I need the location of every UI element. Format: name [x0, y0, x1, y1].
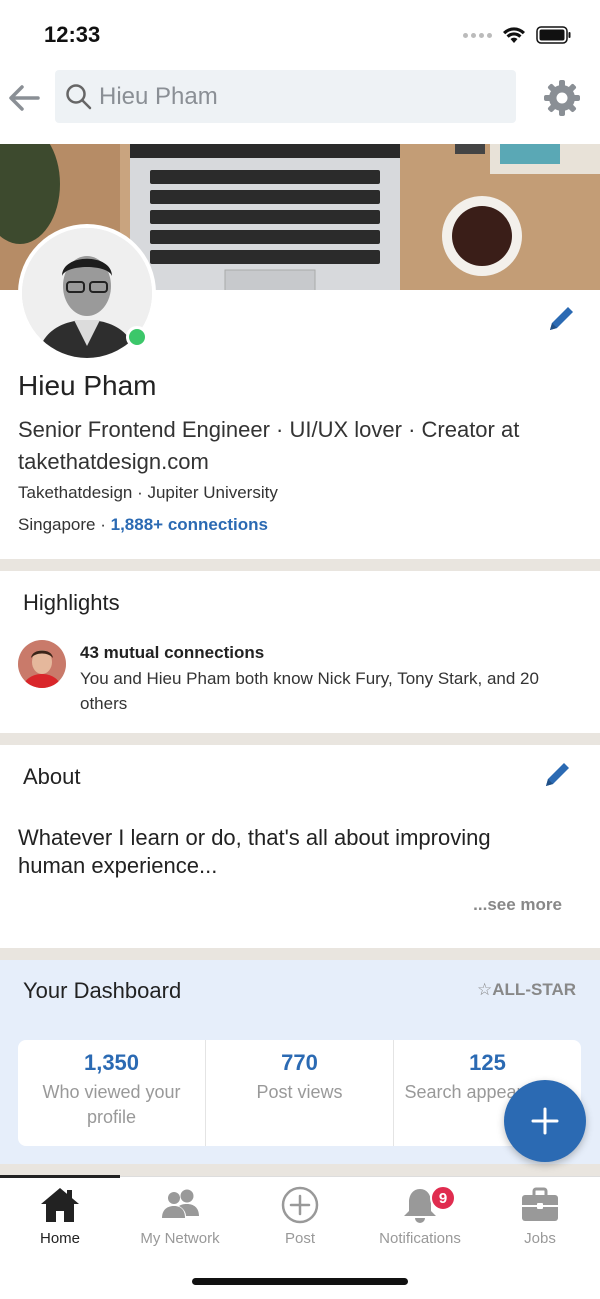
- plus-icon: [531, 1107, 559, 1135]
- settings-button[interactable]: [540, 76, 584, 120]
- mutual-connections-description: You and Hieu Pham both know Nick Fury, T…: [80, 669, 539, 713]
- nav-label: Notifications: [379, 1230, 461, 1247]
- search-input[interactable]: [99, 70, 499, 123]
- people-icon: [162, 1189, 199, 1218]
- stat-label: Post views: [256, 1082, 343, 1102]
- see-more-link[interactable]: ...see more: [473, 895, 562, 915]
- profile-location-row: Singapore · 1,888+ connections: [18, 515, 268, 535]
- all-star-badge[interactable]: ☆ALL-STAR: [477, 980, 576, 1000]
- search-icon: [66, 84, 92, 110]
- nav-my-network[interactable]: My Network: [120, 1177, 240, 1257]
- wifi-icon: [503, 27, 525, 43]
- profile-company-school: Takethatdesign · Jupiter University: [18, 483, 278, 502]
- status-bar: 12:33: [0, 0, 600, 70]
- plus-circle-icon: [281, 1186, 319, 1224]
- section-divider: [0, 559, 600, 571]
- notification-badge: 9: [430, 1185, 456, 1211]
- highlights-title: Highlights: [23, 590, 120, 615]
- top-bar: [0, 70, 600, 126]
- section-divider: [0, 733, 600, 745]
- location-separator: ·: [95, 515, 111, 534]
- profile-avatar[interactable]: [18, 224, 156, 362]
- stat-post-views[interactable]: 770 Post views: [206, 1040, 394, 1146]
- signal-icon: [463, 32, 492, 38]
- edit-about-button[interactable]: [542, 758, 574, 790]
- nav-label: My Network: [140, 1230, 220, 1247]
- back-button[interactable]: [4, 78, 44, 118]
- stat-profile-views[interactable]: 1,350 Who viewed your profile: [18, 1040, 206, 1146]
- dashboard-stats-card: 1,350 Who viewed your profile 770 Post v…: [18, 1040, 581, 1146]
- section-divider: [0, 948, 600, 960]
- nav-label: Home: [39, 1230, 80, 1247]
- about-title: About: [23, 764, 81, 789]
- stat-value: 125: [469, 1050, 506, 1075]
- nav-notifications[interactable]: Notifications: [360, 1177, 480, 1257]
- status-time: 12:33: [44, 22, 101, 47]
- gear-icon: [544, 80, 580, 116]
- pencil-icon: [546, 763, 569, 786]
- create-fab-button[interactable]: [504, 1080, 586, 1162]
- connections-link[interactable]: 1,888+ connections: [111, 515, 268, 534]
- pencil-icon: [550, 307, 573, 330]
- stat-value: 770: [281, 1050, 318, 1075]
- search-box[interactable]: [55, 70, 516, 123]
- status-indicators: [463, 26, 572, 44]
- profile-headline: Senior Frontend Engineer · UI/UX lover ·…: [18, 417, 520, 474]
- battery-icon: [536, 26, 571, 44]
- back-arrow-icon: [9, 85, 40, 111]
- nav-label: Post: [284, 1230, 315, 1247]
- nav-jobs[interactable]: Jobs: [480, 1177, 600, 1257]
- home-icon: [41, 1188, 79, 1222]
- profile-location: Singapore: [18, 515, 96, 534]
- nav-post[interactable]: Post: [240, 1177, 360, 1257]
- briefcase-icon: [522, 1187, 558, 1221]
- online-status-dot: [126, 326, 148, 348]
- nav-label: Jobs: [524, 1230, 556, 1247]
- nav-home[interactable]: Home: [0, 1177, 120, 1257]
- dashboard-title: Your Dashboard: [23, 978, 182, 1003]
- home-indicator: [192, 1278, 408, 1285]
- mutual-connections-title[interactable]: 43 mutual connections: [80, 643, 264, 663]
- stat-label: Who viewed your profile: [42, 1082, 181, 1127]
- profile-name: Hieu Pham: [18, 370, 157, 401]
- mutual-connection-avatar[interactable]: [18, 640, 66, 688]
- edit-intro-button[interactable]: [546, 302, 578, 334]
- stat-value: 1,350: [83, 1050, 140, 1075]
- about-text: Whatever I learn or do, that's all about…: [18, 825, 491, 878]
